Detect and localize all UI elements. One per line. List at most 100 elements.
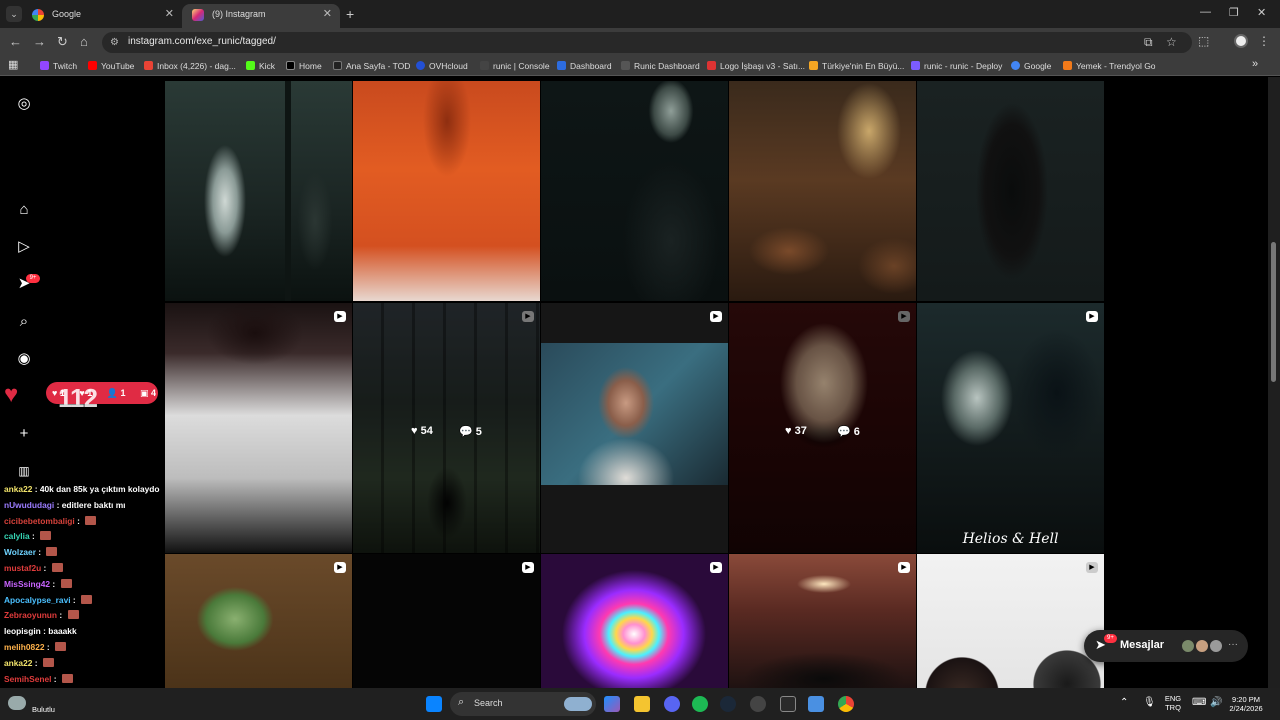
chat-line: Zebraoyunun : [4,608,174,624]
volume-icon[interactable]: 🔊 [1210,698,1222,708]
forward-arrow-icon[interactable]: → [33,34,46,50]
post-tile[interactable]: ▶ Helios & Hell [917,303,1104,553]
bookmark-youtube[interactable]: YouTube [88,59,134,73]
chat-username[interactable]: anka22 [4,658,32,668]
profile-avatar[interactable] [1234,34,1248,48]
bookmark-ana-sayfa[interactable]: Ana Sayfa - TOD [333,59,410,73]
tab-google[interactable]: Google ✕ [22,4,182,28]
bookmark-runic-console[interactable]: runic | Console [480,59,550,73]
language-indicator[interactable]: ENG TRQ [1163,694,1183,712]
dashboard-icon[interactable]: ▥ [14,461,34,481]
post-tile[interactable] [165,81,352,301]
close-tab-icon[interactable]: ✕ [323,4,332,24]
chat-username[interactable]: cicibebetombaligi [4,516,75,526]
app-icon[interactable] [808,696,824,712]
bookmark-kick[interactable]: Kick [246,59,275,73]
bookmark-star-icon[interactable]: ☆ [1166,35,1177,49]
chat-username[interactable]: anka22 [4,484,32,494]
chat-emote-icon [60,578,72,588]
bookmark-turkiye[interactable]: Türkiye'nin En Büyü... [809,59,904,73]
minimize-button[interactable]: — [1200,6,1211,18]
tray-chevron-icon[interactable]: ⌃ [1120,698,1128,708]
search-icon[interactable]: ⌕ [14,312,34,332]
copilot-icon[interactable] [604,696,620,712]
site-info-icon[interactable]: ⚙ [110,37,119,48]
post-tile[interactable]: ▶ [541,554,728,688]
widgets-icon[interactable] [564,697,592,711]
reload-icon[interactable]: ↻ [57,34,68,50]
post-tile[interactable]: ▶ ♥ 54 💬 5 [353,303,540,553]
messages-pill[interactable]: ➤ 9+ Mesajlar ··· [1084,630,1248,662]
close-window-button[interactable]: ✕ [1257,6,1266,19]
create-icon[interactable]: + [14,424,34,444]
reels-icon[interactable]: ▷ [14,237,34,257]
post-tile[interactable]: ▶ ♥ 37 💬 6 [729,303,916,553]
chat-line: MisSsing42 : [4,577,174,593]
chat-username[interactable]: Apocalypse_ravi [4,595,71,605]
steam-icon[interactable] [720,696,736,712]
post-tile[interactable]: ▶ [165,554,352,688]
post-tile[interactable] [541,81,728,301]
post-tile[interactable]: ▶ [353,554,540,688]
microphone-icon[interactable]: 🎙 [1143,698,1156,708]
chat-username[interactable]: mustaf2u [4,563,41,573]
bookmark-logo-isbasi[interactable]: Logo İşbaşı v3 - Satı... [707,59,805,73]
more-bookmarks-icon[interactable]: » [1252,57,1258,71]
chat-username[interactable]: Wolzaer [4,547,36,557]
chat-username[interactable]: melih0822 [4,642,45,652]
weather-icon[interactable] [8,696,26,710]
scrollbar[interactable] [1268,77,1280,688]
chrome-icon[interactable] [838,696,854,712]
bookmark-google[interactable]: Google [1011,59,1051,73]
apps-grid-icon[interactable]: ▦ [8,58,18,72]
bookmark-x-home[interactable]: Home [286,59,322,73]
bookmark-inbox[interactable]: Inbox (4,226) - dag... [144,59,236,73]
chat-username[interactable]: Zebraoyunun [4,610,57,620]
spotify-icon[interactable] [692,696,708,712]
discord-icon[interactable] [664,696,680,712]
clock[interactable]: 9:20 PM 2/24/2026 [1228,695,1264,713]
post-tile[interactable]: ▶ [541,303,728,553]
back-arrow-icon[interactable]: ← [9,34,22,50]
new-tab-button[interactable]: + [346,6,354,22]
bookmark-trendyol[interactable]: Yemek - Trendyol Go [1063,59,1156,73]
explore-icon[interactable]: ◉ [14,349,34,369]
post-tile[interactable]: ▶ [917,554,1104,688]
cast-icon[interactable]: ⧉ [1144,35,1153,50]
tab-search-button[interactable]: ⌄ [6,6,22,22]
menu-icon[interactable]: ⋮ [1258,34,1270,48]
epic-games-icon[interactable] [780,696,796,712]
chat-username[interactable]: MisSsing42 [4,579,50,589]
maximize-button[interactable]: ❐ [1229,6,1239,19]
extensions-icon[interactable]: ⬚ [1198,34,1209,48]
bookmark-runic-deploy[interactable]: runic - runic - Deploy [911,59,1002,73]
tab-instagram[interactable]: (9) Instagram ✕ [182,4,340,28]
file-explorer-icon[interactable] [634,696,650,712]
chat-line: cicibebetombaligi : [4,514,174,530]
post-tile[interactable]: ▶ [729,554,916,688]
post-tile[interactable] [353,81,540,301]
start-button[interactable] [426,696,442,712]
home-icon[interactable]: ⌂ [14,200,34,220]
url-text[interactable]: instagram.com/exe_runic/tagged/ [128,36,276,47]
address-bar[interactable]: ⚙ instagram.com/exe_runic/tagged/ ⧉ ☆ [102,32,1192,53]
post-tile[interactable] [729,81,916,301]
home-icon[interactable]: ⌂ [80,34,88,50]
close-tab-icon[interactable]: ✕ [165,4,174,24]
post-tile[interactable] [917,81,1104,301]
chat-username[interactable]: leopisgin [4,626,41,636]
bookmark-runic-dashboard[interactable]: Runic Dashboard [621,59,700,73]
bookmark-ovhcloud[interactable]: OVHcloud [416,59,468,73]
chat-username[interactable]: nUwududagi [4,500,54,510]
scrollbar-thumb[interactable] [1271,242,1276,382]
post-tile[interactable]: ▶ [165,303,352,553]
instagram-logo-icon[interactable]: ◎ [14,94,34,114]
chat-username[interactable]: SemihSenel [4,674,51,684]
network-icon[interactable]: ⌨ [1192,698,1206,708]
bookmark-twitch[interactable]: Twitch [40,59,77,73]
chat-line: Apocalypse_ravi : [4,593,174,609]
chat-username[interactable]: calylia [4,531,30,541]
app-icon[interactable] [750,696,766,712]
likes-count: ♥ 54 [411,425,433,437]
bookmark-dashboard[interactable]: Dashboard [557,59,612,73]
